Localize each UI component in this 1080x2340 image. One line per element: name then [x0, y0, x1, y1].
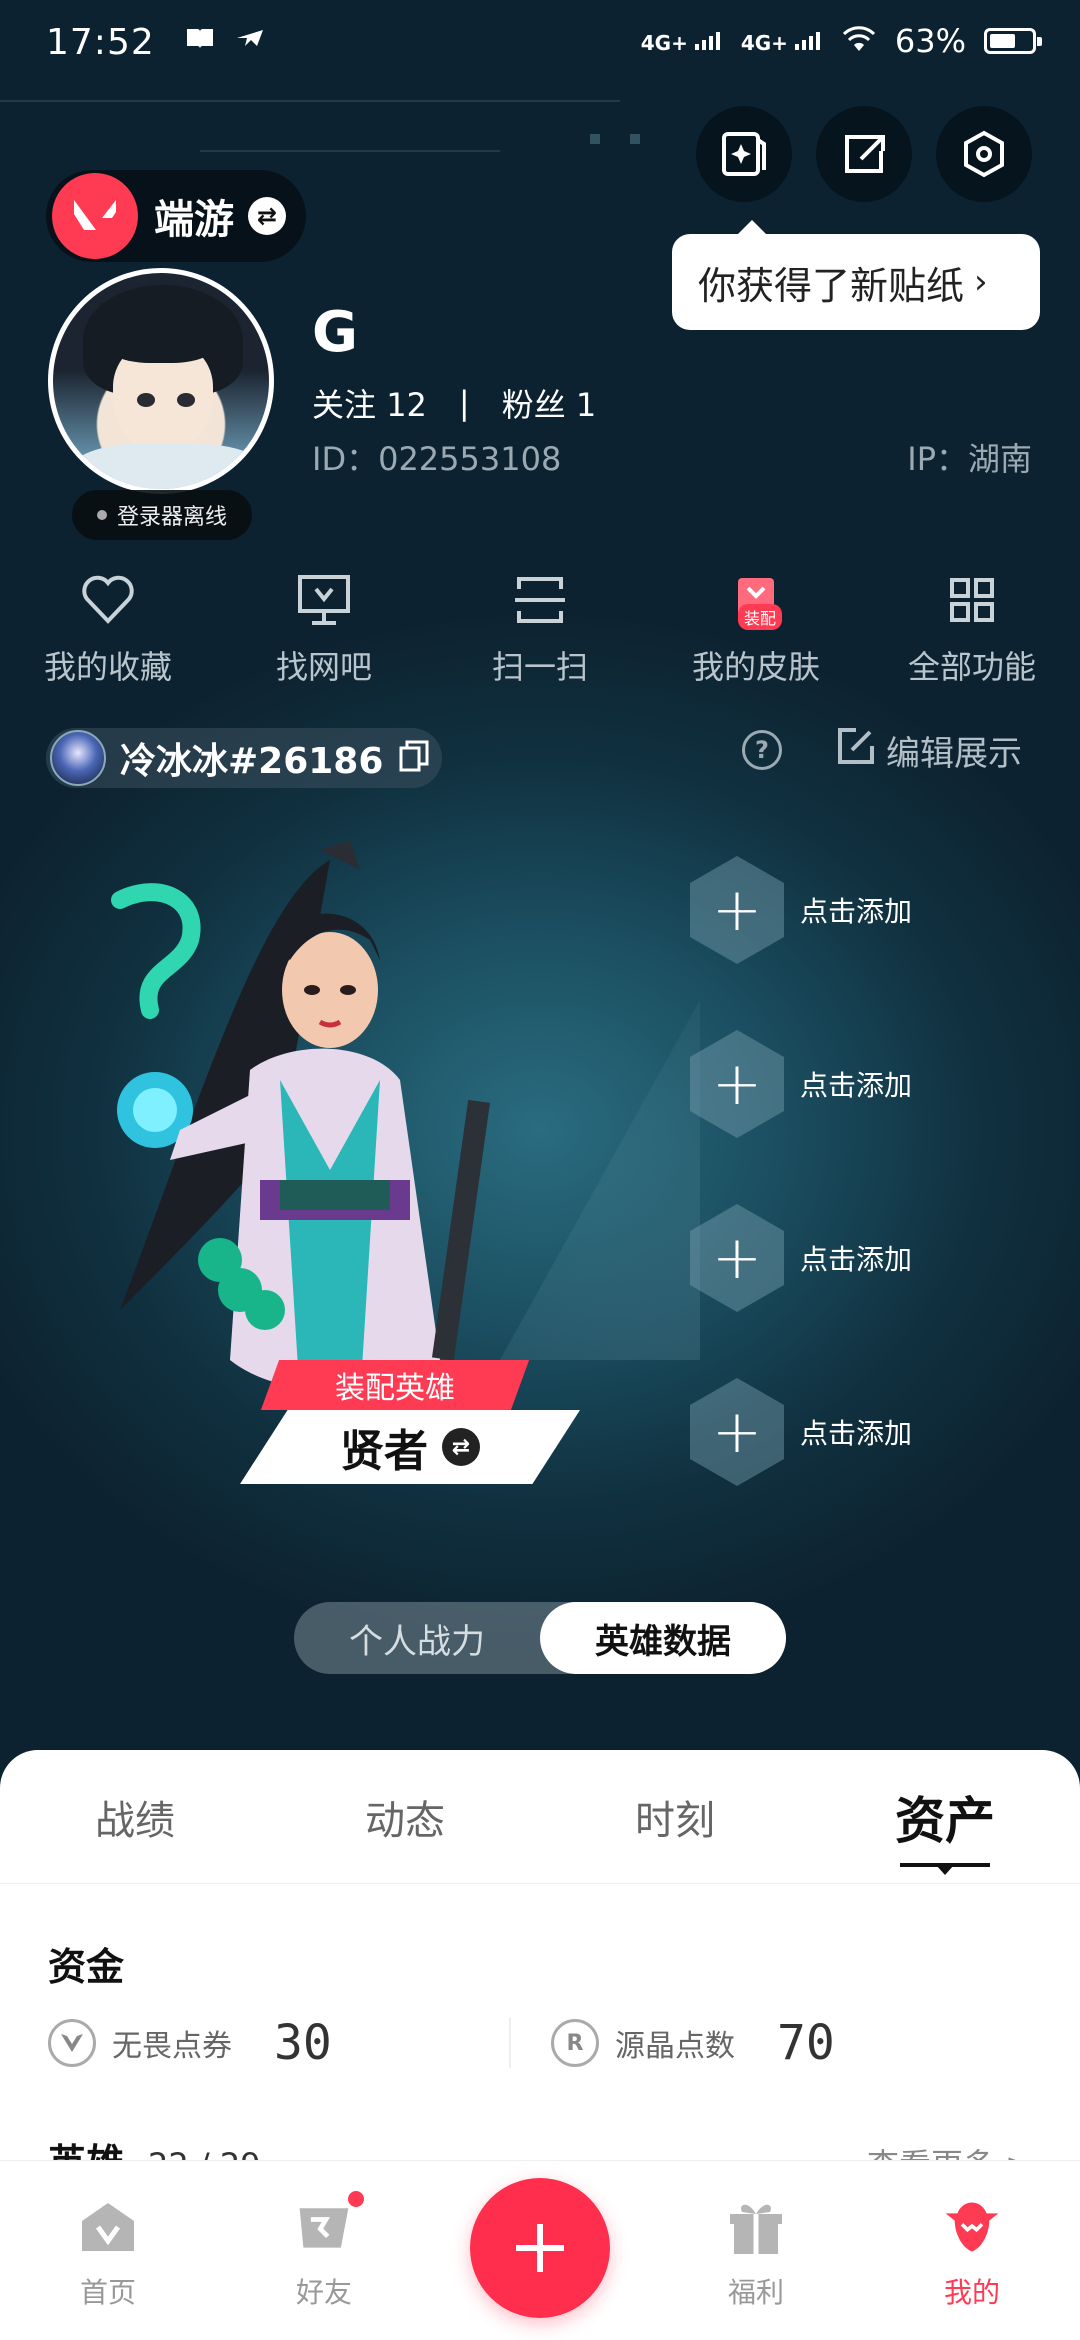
profile-icon: [942, 2197, 1002, 2257]
plus-icon: +: [690, 1204, 784, 1312]
swap-icon: ⇄: [442, 1428, 480, 1466]
share-icon: [845, 135, 885, 173]
fund-vp: 无畏点券 30: [48, 2015, 529, 2071]
decor-line: [0, 100, 620, 102]
tab-moments[interactable]: 时刻: [540, 1750, 810, 1883]
nav-friends[interactable]: 好友: [216, 2161, 432, 2340]
sticker-icon: [722, 132, 766, 176]
quick-skins[interactable]: 装配 我的皮肤: [648, 570, 864, 700]
add-slot-3[interactable]: + 点击添加: [690, 1198, 1020, 1318]
quick-scan[interactable]: 扫一扫: [432, 570, 648, 700]
game-account-name: 冷冰冰#26186: [120, 741, 384, 782]
avatar[interactable]: [48, 268, 274, 494]
user-name: G: [312, 300, 358, 365]
tab-feed[interactable]: 动态: [270, 1750, 540, 1883]
friends-icon: [294, 2189, 366, 2257]
tooltip-text: 你获得了新贴纸: [698, 263, 965, 308]
plus-icon: [516, 2224, 564, 2272]
equip-badge: 装配: [738, 604, 783, 630]
nav-home[interactable]: 首页: [0, 2161, 216, 2340]
status-bar: 17:52 4G+ 4G+ 63%: [0, 0, 1080, 84]
gift-icon: [726, 2197, 786, 2257]
decor-line: [200, 150, 500, 152]
quick-favorites[interactable]: 我的收藏: [0, 570, 216, 700]
fund-radianite: R 源晶点数 70: [550, 2015, 1032, 2071]
plus-icon: +: [690, 1378, 784, 1486]
swap-icon: ⇄: [248, 197, 286, 235]
signal-2-icon: 4G+: [741, 30, 823, 53]
plane-icon: [235, 26, 265, 59]
settings-button[interactable]: [936, 106, 1032, 202]
equipped-hero-badge[interactable]: 装配英雄 贤者 ⇄: [240, 1360, 600, 1490]
sticker-button[interactable]: [696, 106, 792, 202]
monitor-icon: [294, 570, 354, 630]
game-account-pill[interactable]: 冷冰冰#26186: [46, 728, 442, 788]
add-slot-2[interactable]: + 点击添加: [690, 1024, 1020, 1144]
quick-netcafe[interactable]: 找网吧: [216, 570, 432, 700]
edit-icon: [836, 726, 876, 775]
status-time: 17:52: [46, 21, 155, 63]
nav-profile[interactable]: 我的: [864, 2161, 1080, 2340]
segment-personal-power[interactable]: 个人战力: [294, 1602, 540, 1674]
nav-welfare[interactable]: 福利: [648, 2161, 864, 2340]
plus-icon: +: [690, 856, 784, 964]
skin-icon: 装配: [726, 570, 786, 630]
new-sticker-tooltip[interactable]: 你获得了新贴纸 ›: [672, 220, 1040, 330]
content-tabs: 战绩 动态 时刻 资产: [0, 1750, 1080, 1884]
add-slot-4[interactable]: + 点击添加: [690, 1372, 1020, 1492]
valorant-logo-icon: [52, 173, 138, 259]
equip-hero-tag: 装配英雄: [260, 1360, 530, 1410]
user-id: ID：022553108: [312, 440, 562, 478]
game-switcher[interactable]: 端游 ⇄: [46, 170, 306, 262]
decor-dot: [630, 134, 640, 144]
quick-actions: 我的收藏 找网吧 扫一扫 装配 我的皮肤 全部功能: [0, 570, 1080, 700]
add-slot-1[interactable]: + 点击添加: [690, 850, 1020, 970]
profile-hero-area: 17:52 4G+ 4G+ 63% 你获得了新贴纸 › 端游 ⇄ 登录器离线 G…: [0, 0, 1080, 1780]
tab-assets[interactable]: 资产: [810, 1750, 1080, 1883]
settings-hex-icon: [964, 130, 1004, 178]
tab-record[interactable]: 战绩: [0, 1750, 270, 1883]
notification-dot: [346, 2189, 366, 2209]
scan-icon: [510, 570, 570, 630]
following-link[interactable]: 关注 12: [312, 380, 427, 426]
home-icon: [78, 2197, 138, 2257]
follow-stats: 关注 12 | 粉丝 1: [312, 380, 596, 426]
hero-name: 贤者: [340, 1426, 428, 1477]
battery-icon: [984, 28, 1042, 54]
book-icon: [185, 26, 215, 59]
app-name: 端游: [154, 197, 234, 243]
active-tab-indicator: [900, 1863, 990, 1875]
create-post-button[interactable]: [470, 2178, 610, 2318]
help-icon[interactable]: ?: [742, 730, 782, 770]
grid-icon: [942, 570, 1002, 630]
login-status-badge: 登录器离线: [72, 490, 252, 540]
game-account-avatar: [50, 730, 106, 786]
vp-icon: [48, 2019, 96, 2067]
edit-showcase-button[interactable]: 编辑展示: [836, 726, 1022, 775]
battery-percent: 63%: [894, 22, 966, 60]
fans-link[interactable]: 粉丝 1: [502, 380, 597, 426]
copy-icon[interactable]: [399, 740, 429, 776]
decor-dot: [590, 134, 600, 144]
ip-location: IP：湖南: [907, 440, 1032, 478]
divider: [509, 2018, 511, 2068]
funds-title: 资金: [48, 1945, 125, 1989]
radianite-icon: R: [550, 2019, 599, 2067]
share-button[interactable]: [816, 106, 912, 202]
plus-icon: +: [690, 1030, 784, 1138]
chevron-right-icon: ›: [974, 262, 988, 302]
wifi-icon: [841, 25, 877, 57]
stats-toggle: 个人战力 英雄数据: [294, 1602, 786, 1674]
heart-icon: [78, 570, 138, 630]
funds-row: 无畏点券 30 R 源晶点数 70: [48, 2008, 1032, 2078]
quick-all-functions[interactable]: 全部功能: [864, 570, 1080, 700]
segment-hero-data[interactable]: 英雄数据: [540, 1602, 786, 1674]
signal-1-icon: 4G+: [641, 30, 723, 53]
hero-name-box: 贤者 ⇄: [240, 1410, 580, 1484]
